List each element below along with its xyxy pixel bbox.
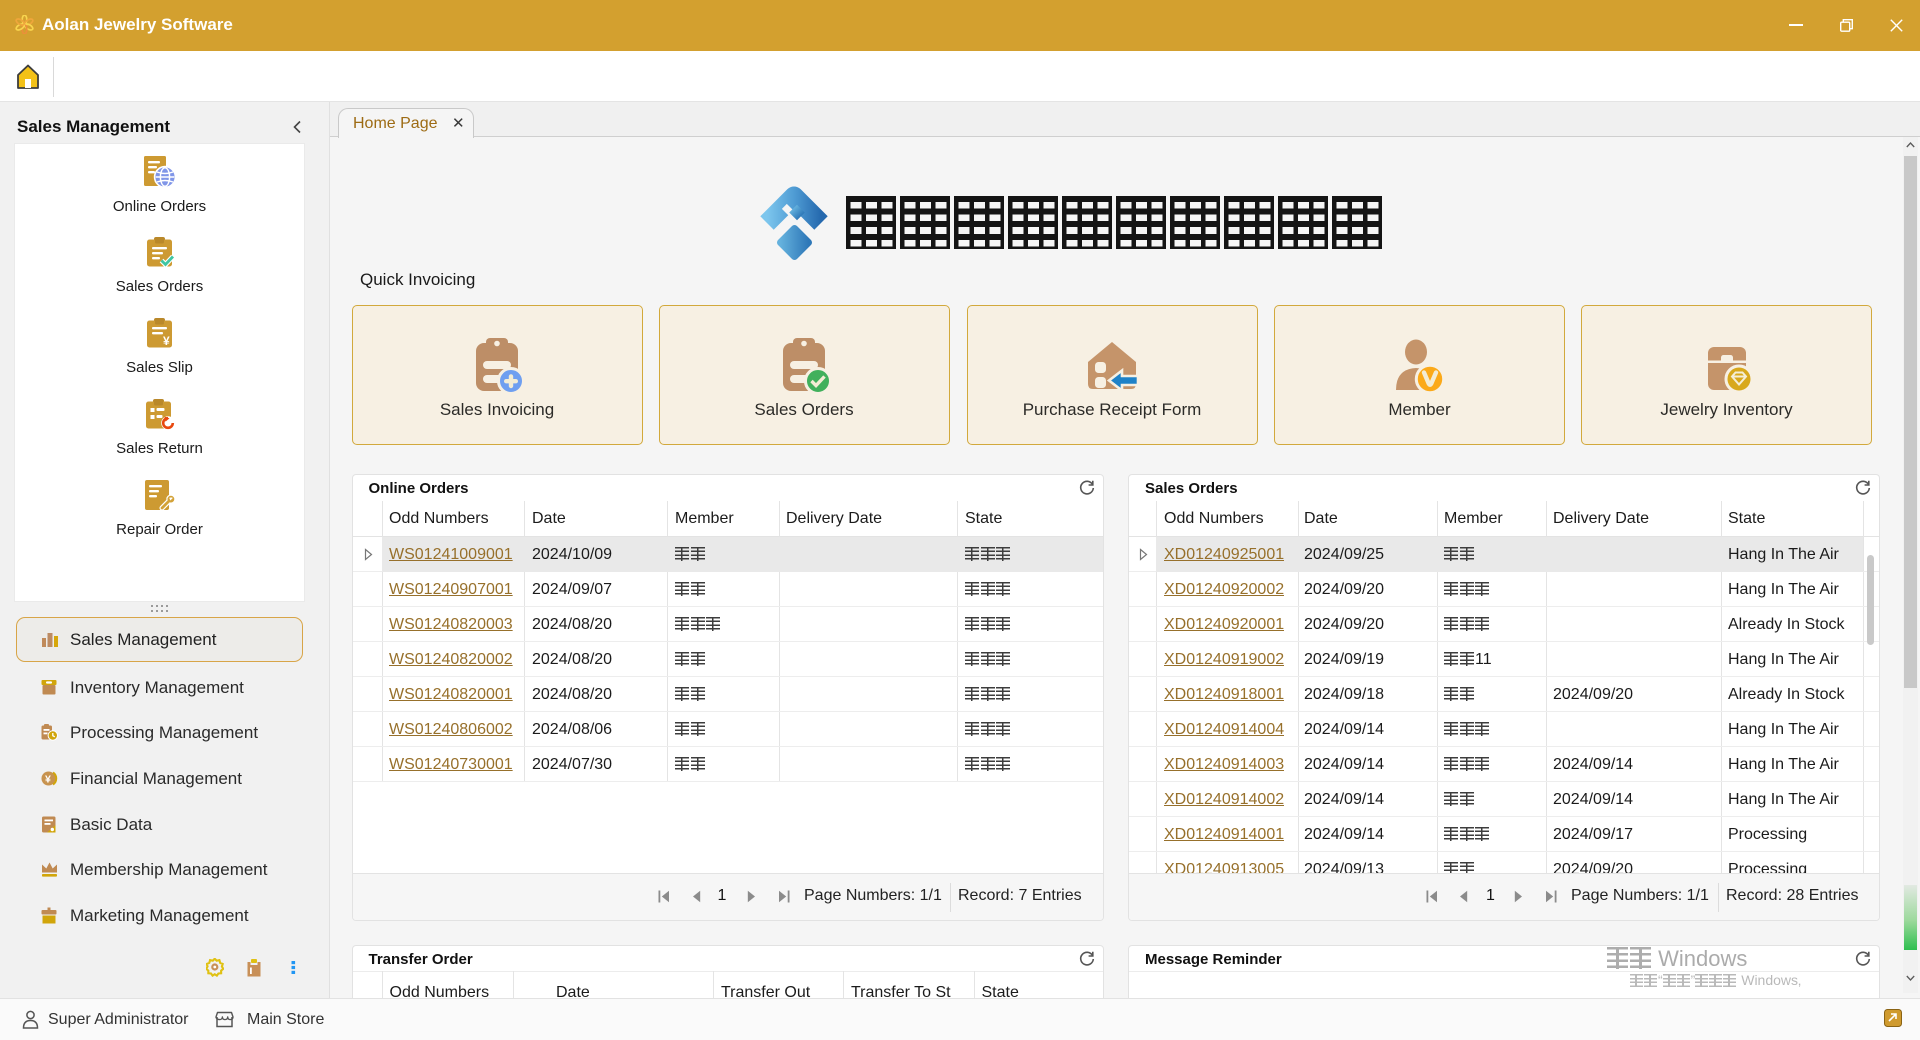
svg-text:¥: ¥ (163, 334, 170, 348)
svg-text:¥: ¥ (45, 774, 51, 786)
